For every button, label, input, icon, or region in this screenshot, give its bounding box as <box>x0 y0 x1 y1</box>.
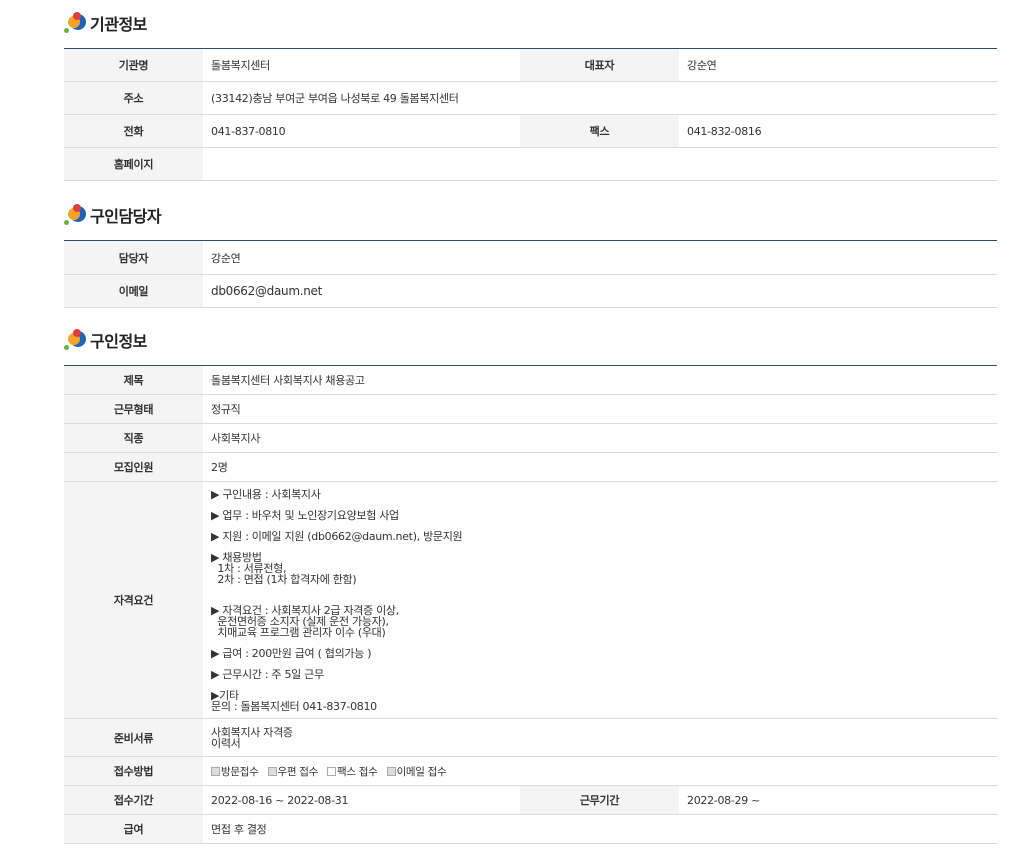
qual-line: ▶ 지원 : 이메일 지원 (db0662@daum.net), 방문지원 <box>211 529 463 543</box>
label-homepage: 홈페이지 <box>64 147 203 181</box>
qual-line: 문의 : 돌봄복지센터 041-837-0810 <box>211 699 377 713</box>
table-row: 홈페이지 <box>64 147 997 181</box>
method-fax: 팩스 접수 <box>327 766 378 778</box>
table-row: 직종 사회복지사 <box>64 423 998 453</box>
value-documents: 사회복지사 자격증 이력서 <box>203 718 998 757</box>
label-rep: 대표자 <box>520 48 679 82</box>
label-subject: 제목 <box>64 365 203 395</box>
qual-line: 운전면허증 소지자 (실제 운전 가능자), <box>211 614 389 628</box>
section-title-text: 기관정보 <box>90 15 147 34</box>
table-row: 기관명 돌봄복지센터 대표자 강순연 <box>64 48 997 82</box>
label-phone: 전화 <box>64 114 203 148</box>
qual-line: 치매교육 프로그램 관리자 이수 (우대) <box>211 625 386 639</box>
qual-line: 2차 : 면접 (1차 합격자에 한함) <box>211 572 357 586</box>
qual-line: ▶ 업무 : 바우처 및 노인장기요양보험 사업 <box>211 508 399 522</box>
value-fax: 041-832-0816 <box>679 114 997 148</box>
label-worktype: 근무형태 <box>64 394 203 424</box>
checkbox-visit[interactable] <box>211 767 220 776</box>
value-subject: 돌봄복지센터 사회복지사 채용공고 <box>203 365 998 395</box>
logo-icon <box>64 329 86 351</box>
logo-icon <box>64 12 86 34</box>
label-method: 접수방법 <box>64 756 203 786</box>
label-qualification: 자격요건 <box>64 481 203 719</box>
label-fax: 팩스 <box>520 114 679 148</box>
checkbox-fax[interactable] <box>327 767 337 776</box>
table-row: 모집인원 2명 <box>64 452 998 482</box>
section-title-contact: 구인담당자 <box>64 203 162 227</box>
qual-line: ▶ 채용방법 <box>211 550 262 564</box>
section-title-text: 구인담당자 <box>90 207 162 226</box>
value-phone: 041-837-0810 <box>203 114 520 148</box>
qual-line: ▶ 근무시간 : 주 5일 근무 <box>211 667 324 681</box>
checkbox-email[interactable] <box>386 767 396 776</box>
table-row: 접수기간 2022-08-16 ~ 2022-08-31 근무기간 2022-0… <box>64 785 998 815</box>
label-name: 기관명 <box>64 48 203 82</box>
label-person: 담당자 <box>64 240 203 275</box>
section-title-agency: 기관정보 <box>64 11 147 35</box>
qual-line: ▶기타 <box>211 688 239 702</box>
value-rep: 강순연 <box>679 48 997 82</box>
value-email[interactable]: db0662@daum.net <box>203 274 997 308</box>
label-workperiod: 근무기간 <box>520 785 679 815</box>
table-row: 이메일 db0662@daum.net <box>64 274 997 308</box>
method-email: 이메일 접수 <box>386 766 447 778</box>
qual-line: 1차 : 서류전형, <box>211 561 287 575</box>
contact-table: 담당자 강순연 이메일 db0662@daum.net <box>64 240 997 308</box>
document-item: 사회복지사 자격증 <box>211 725 293 739</box>
value-category: 사회복지사 <box>203 423 998 453</box>
label-address: 주소 <box>64 81 203 115</box>
label-email: 이메일 <box>64 274 203 308</box>
agency-table: 기관명 돌봄복지센터 대표자 강순연 주소 (33142)충남 부여군 부여읍 … <box>64 48 997 181</box>
qual-line: ▶ 급여 : 200만원 급여 ( 협의가능 ) <box>211 646 372 660</box>
label-salary: 급여 <box>64 814 203 844</box>
method-mail: 우편 접수 <box>267 766 318 778</box>
table-row: 제목 돌봄복지센터 사회복지사 채용공고 <box>64 365 998 395</box>
value-workperiod: 2022-08-29 ~ <box>679 785 998 815</box>
value-worktype: 정규직 <box>203 394 998 424</box>
table-row: 전화 041-837-0810 팩스 041-832-0816 <box>64 114 997 148</box>
value-address: (33142)충남 부여군 부여읍 나성북로 49 돌봄복지센터 <box>203 81 997 115</box>
document-item: 이력서 <box>211 736 241 750</box>
table-row: 근무형태 정규직 <box>64 394 998 424</box>
logo-icon <box>64 204 86 226</box>
section-title-job: 구인정보 <box>64 328 147 352</box>
value-person: 강순연 <box>203 240 997 275</box>
job-table: 제목 돌봄복지센터 사회복지사 채용공고 근무형태 정규직 직종 사회복지사 모… <box>64 365 998 844</box>
section-title-text: 구인정보 <box>90 332 147 351</box>
qual-line: ▶ 구인내용 : 사회복지사 <box>211 487 321 501</box>
label-headcount: 모집인원 <box>64 452 203 482</box>
method-visit: 방문접수 <box>211 766 259 778</box>
value-period: 2022-08-16 ~ 2022-08-31 <box>203 785 520 815</box>
value-homepage[interactable] <box>203 147 997 181</box>
value-method: 방문접수 우편 접수 팩스 접수 이메일 접수 <box>203 756 998 786</box>
table-row: 접수방법 방문접수 우편 접수 팩스 접수 이메일 접수 <box>64 756 998 786</box>
table-row: 주소 (33142)충남 부여군 부여읍 나성북로 49 돌봄복지센터 <box>64 81 997 115</box>
table-row: 준비서류 사회복지사 자격증 이력서 <box>64 718 998 757</box>
checkbox-mail[interactable] <box>267 767 277 776</box>
table-row: 담당자 강순연 <box>64 240 997 275</box>
value-salary: 면접 후 결정 <box>203 814 998 844</box>
label-category: 직종 <box>64 423 203 453</box>
table-row: 급여 면접 후 결정 <box>64 814 998 844</box>
qual-line: ▶ 자격요건 : 사회복지사 2급 자격증 이상, <box>211 603 399 617</box>
value-headcount: 2명 <box>203 452 998 482</box>
value-name: 돌봄복지센터 <box>203 48 520 82</box>
label-documents: 준비서류 <box>64 718 203 757</box>
value-qualification: ▶ 구인내용 : 사회복지사 ▶ 업무 : 바우처 및 노인장기요양보험 사업 … <box>203 481 998 719</box>
label-period: 접수기간 <box>64 785 203 815</box>
table-row: 자격요건 ▶ 구인내용 : 사회복지사 ▶ 업무 : 바우처 및 노인장기요양보… <box>64 481 998 719</box>
